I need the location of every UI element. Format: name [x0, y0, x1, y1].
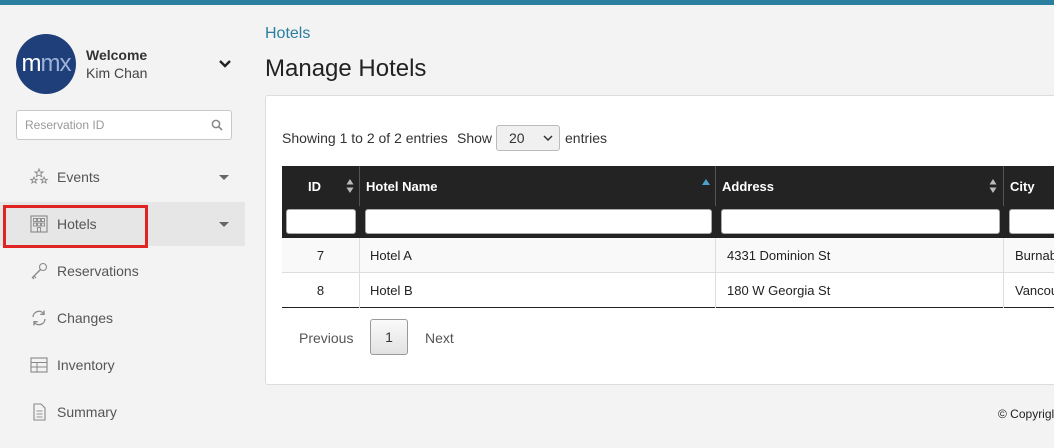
sort-ascending-icon [702, 179, 710, 185]
key-icon [29, 261, 49, 281]
cell-address: 180 W Georgia St [716, 273, 1004, 308]
column-label: Address [722, 178, 775, 194]
sidebar-item-label: Events [57, 169, 100, 185]
caret-down-icon [219, 221, 229, 227]
avatar-text-b: mx [40, 50, 72, 77]
cell-id: 7 [282, 238, 360, 273]
cell-id: 8 [282, 273, 360, 308]
sidebar-item-label: Inventory [57, 357, 115, 373]
reservation-search [16, 110, 232, 140]
table-header: ID Hotel Name Address City [282, 166, 1054, 238]
avatar[interactable]: m mx [16, 34, 76, 94]
column-label: City [1010, 178, 1035, 194]
entries-info: Showing 1 to 2 of 2 entries [282, 130, 448, 146]
sidebar-item-reservations[interactable]: Reservations [0, 249, 245, 293]
sidebar-item-events[interactable]: Events [0, 155, 245, 199]
refresh-icon [29, 308, 49, 328]
document-icon [29, 402, 49, 422]
column-label: Hotel Name [366, 178, 438, 194]
entries-label: entries [565, 130, 608, 146]
avatar-text-a: m [21, 50, 42, 77]
column-header-hotel-name[interactable]: Hotel Name [360, 166, 716, 206]
cell-address: 4331 Dominion St [716, 238, 1004, 273]
chevron-down-icon [543, 135, 553, 142]
cell-city: Vancou [1015, 283, 1054, 298]
sort-icon [989, 179, 997, 193]
sidebar-item-label: Reservations [57, 263, 139, 279]
table-row[interactable]: 7 Hotel A 4331 Dominion St Burnab [282, 238, 1054, 273]
sidebar-item-label: Changes [57, 310, 114, 326]
search-icon[interactable] [211, 119, 223, 131]
page-size-value: 20 [509, 130, 525, 146]
sidebar-item-changes[interactable]: Changes [0, 296, 245, 340]
filter-hotel-name-input[interactable] [365, 209, 712, 234]
breadcrumb[interactable]: Hotels [265, 25, 310, 43]
column-header-id[interactable]: ID [282, 166, 360, 206]
sidebar-item-summary[interactable]: Summary [0, 390, 245, 434]
filter-id-input[interactable] [286, 209, 356, 234]
table-row[interactable]: 8 Hotel B 180 W Georgia St Vancou [282, 273, 1054, 308]
next-page-button[interactable]: Next [425, 330, 454, 346]
caret-down-icon [219, 174, 229, 180]
chevron-down-icon[interactable] [217, 57, 233, 71]
page-title: Manage Hotels [265, 55, 427, 82]
sidebar: mmx Welcome Kim Chan Events [0, 5, 245, 448]
filter-address-input[interactable] [721, 209, 1000, 234]
column-header-city[interactable]: City [1004, 166, 1054, 206]
stars-icon [29, 167, 49, 187]
previous-page-button[interactable]: Previous [299, 330, 353, 346]
table-icon [29, 355, 49, 375]
welcome-label: Welcome [86, 47, 148, 63]
sidebar-item-inventory[interactable]: Inventory [0, 343, 245, 387]
show-label: Show [457, 130, 493, 146]
sort-icon [346, 179, 354, 193]
cell-city: Burnab [1015, 248, 1054, 263]
cell-hotel-name: Hotel A [360, 238, 716, 273]
highlight-annotation [3, 205, 148, 248]
page-size-select[interactable]: 20 [496, 125, 560, 151]
copyright-footer: © Copyrigl [998, 407, 1054, 421]
column-header-address[interactable]: Address [716, 166, 1004, 206]
hotels-panel: Showing 1 to 2 of 2 entries Show 20 entr… [265, 95, 1054, 385]
sidebar-item-label: Summary [57, 404, 117, 420]
column-label: ID [308, 178, 321, 194]
user-name: Kim Chan [86, 65, 148, 81]
page-1-button[interactable]: 1 [370, 319, 408, 355]
filter-city-input[interactable] [1009, 209, 1054, 234]
reservation-id-input[interactable] [17, 111, 207, 139]
cell-hotel-name: Hotel B [360, 273, 716, 308]
